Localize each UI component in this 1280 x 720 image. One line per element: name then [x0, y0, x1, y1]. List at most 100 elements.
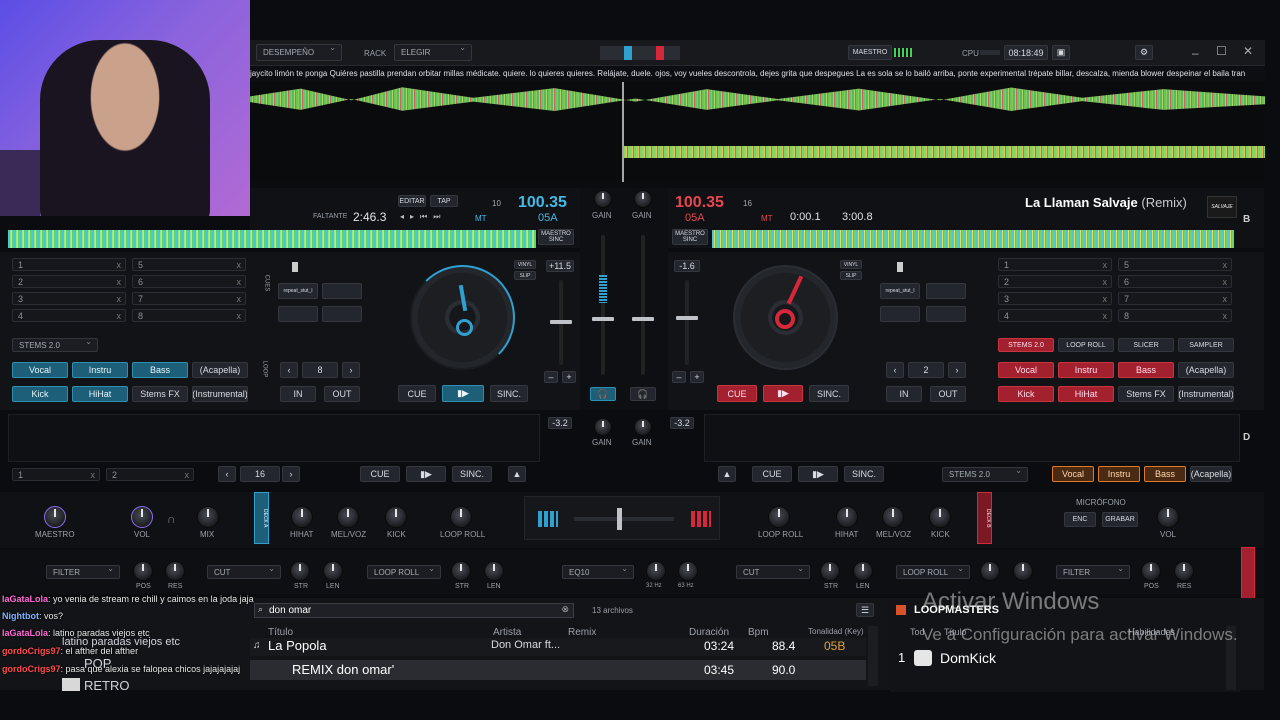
deck-a-fx-slot-4[interactable] — [322, 306, 362, 322]
deck-d-stem-vocal[interactable]: Vocal — [1052, 466, 1094, 482]
browser-column-bpm[interactable]: Bpm — [748, 627, 769, 638]
deck-b-str-knob[interactable] — [820, 561, 840, 581]
channel-a-fader-cap[interactable] — [592, 317, 614, 321]
deck-b-sync-button[interactable]: SINC. — [809, 385, 849, 402]
deck-b-sampler-tab[interactable]: SAMPLER — [1178, 338, 1234, 352]
deck-c-cue-slot[interactable]: 2x — [106, 468, 194, 481]
deck-a-loop-out[interactable]: OUT — [324, 386, 360, 402]
deck-d-sync-button[interactable]: SINC. — [844, 466, 884, 482]
microphone-volume-knob[interactable] — [1157, 506, 1179, 528]
deck-a-stem-acapella[interactable]: (Acapella) — [192, 362, 248, 378]
deck-a-play-button[interactable]: ▮▶ — [442, 385, 484, 402]
deck-b-fx-tab[interactable]: DECK B — [977, 492, 992, 544]
close-icon[interactable]: ✕ — [1243, 44, 1253, 58]
browser-search-box[interactable]: ⌕ don omar ⊗ — [254, 603, 574, 618]
deck-b-play-button[interactable]: ▮▶ — [763, 385, 803, 402]
deck-a-loop-halve[interactable]: ‹ — [280, 362, 298, 378]
mixer-gain-a-knob[interactable] — [594, 190, 612, 208]
deck-b-pitch-minus[interactable]: – — [672, 371, 686, 383]
deck-a-sync-button[interactable]: SINC. — [490, 385, 528, 402]
deck-b-stem-hihat[interactable]: HiHat — [1058, 386, 1114, 402]
deck-b-cue-slot[interactable]: 5x — [1118, 258, 1232, 271]
deck-layout-icon[interactable] — [600, 46, 680, 60]
deck-a-master-sync[interactable]: MAESTRO SINC — [538, 229, 574, 245]
deck-d-stems-dropdown[interactable]: STEMS 2.0 — [942, 466, 1028, 482]
channel-a-fader-track[interactable] — [601, 235, 605, 375]
deck-a-stems-dropdown[interactable]: STEMS 2.0 — [12, 337, 98, 352]
deck-b-stem-fx[interactable]: Stems FX — [1118, 386, 1174, 402]
loopmasters-row[interactable]: 1 DomKick — [894, 648, 1224, 668]
deck-a-overview-waveform[interactable] — [8, 230, 536, 248]
deck-d-waveform-area[interactable] — [704, 414, 1240, 462]
deck-a-cue-slot[interactable]: 2x — [12, 275, 126, 288]
deck-d-eject-icon[interactable]: ▲ — [718, 466, 736, 482]
deck-a-cue-slot[interactable]: 1x — [12, 258, 126, 271]
deck-a-res-knob[interactable] — [165, 561, 185, 581]
crossfader-assign-a-icon[interactable] — [538, 511, 558, 527]
browser-column-key[interactable]: Tonalidad (Key) — [808, 627, 864, 636]
deck-a-jogwheel[interactable] — [410, 265, 515, 370]
deck-a-cue-slot[interactable]: 4x — [12, 309, 126, 322]
deck-b-cue-slot[interactable]: 2x — [998, 275, 1112, 288]
deck-b-loop-out[interactable]: OUT — [930, 386, 966, 402]
crossfader-cap[interactable] — [617, 508, 622, 530]
deck-a-cue-slot[interactable]: 8x — [132, 309, 246, 322]
deck-a-cue-slot[interactable]: 5x — [132, 258, 246, 271]
deck-b-fx-slot-4[interactable] — [926, 306, 966, 322]
deck-b-fx-slot-2[interactable] — [926, 283, 966, 299]
deck-a-loop-roll-dropdown[interactable]: LOOP ROLL — [367, 564, 441, 579]
deck-b-fx-slot-1[interactable]: repeat_stut_l — [880, 283, 920, 299]
headphone-b-icon[interactable]: 🎧 — [630, 387, 656, 401]
deck-a-stem-instru[interactable]: Instru — [72, 362, 128, 378]
deck-b-cue-slot[interactable]: 1x — [998, 258, 1112, 271]
deck-a-loop-size[interactable]: 8 — [302, 362, 338, 378]
deck-c-loop-halve[interactable]: ‹ — [218, 466, 236, 482]
deck-b-stem-bass[interactable]: Bass — [1118, 362, 1174, 378]
deck-b-jogwheel[interactable] — [733, 265, 838, 370]
deck-c-loop-double[interactable]: › — [282, 466, 300, 482]
deck-b-pitch-plus[interactable]: + — [690, 371, 704, 383]
deck-b-cue-slot[interactable]: 7x — [1118, 292, 1232, 305]
deck-a-loop-double[interactable]: › — [342, 362, 360, 378]
sampler-mix-knob[interactable] — [197, 506, 219, 528]
deck-a-cut-dropdown[interactable]: CUT — [207, 564, 281, 579]
deck-a-fx-slot-2[interactable] — [322, 283, 362, 299]
deck-b-len-knob[interactable] — [853, 561, 873, 581]
search-clear-icon[interactable]: ⊗ — [561, 604, 569, 615]
fx-a-kick-knob[interactable] — [385, 506, 407, 528]
eq-63hz-knob[interactable] — [678, 561, 698, 581]
deck-a-loop-in[interactable]: IN — [280, 386, 316, 402]
headphone-a-icon[interactable]: 🎧 — [590, 387, 616, 401]
layout-mode-dropdown[interactable]: DESEMPEÑO — [256, 43, 342, 61]
deck-a-pitch-cap[interactable] — [550, 320, 572, 324]
deck-a-len2-knob[interactable] — [484, 561, 504, 581]
deck-b-slicer-tab[interactable]: SLICER — [1118, 338, 1174, 352]
fx-b-loop-roll-knob[interactable] — [768, 506, 790, 528]
deck-a-stem-bass[interactable]: Bass — [132, 362, 188, 378]
master-eq-dropdown[interactable]: EQ10 — [562, 564, 634, 579]
channel-b-fader-cap[interactable] — [632, 317, 654, 321]
record-icon[interactable]: ▣ — [1052, 45, 1070, 60]
deck-b-overview-waveform[interactable] — [712, 230, 1234, 248]
mixer-gain-d-knob[interactable] — [634, 418, 652, 436]
crossfader-track[interactable] — [574, 517, 674, 521]
deck-a-transport-icons[interactable]: ◂▸⏮⏭ — [400, 212, 446, 222]
mixer-gain-c-knob[interactable] — [594, 418, 612, 436]
deck-a-stem-fx[interactable]: Stems FX — [132, 386, 188, 402]
rack-dropdown[interactable]: ELEGIR — [394, 43, 472, 61]
mixer-gain-b-knob[interactable] — [634, 190, 652, 208]
deck-c-sync-button[interactable]: SINC. — [452, 466, 492, 482]
sampler-volume-knob[interactable] — [131, 506, 153, 528]
browser-row[interactable]: REMIX don omar' 03:45 90.0 — [250, 660, 866, 680]
deck-a-cue-button[interactable]: CUE — [398, 385, 436, 402]
fx-a-hihat-knob[interactable] — [291, 506, 313, 528]
fx-b-kick-knob[interactable] — [929, 506, 951, 528]
deck-a-str-knob[interactable] — [290, 561, 310, 581]
deck-d-stem-instru[interactable]: Instru — [1098, 466, 1140, 482]
deck-a-fx-tab[interactable]: DECK A — [254, 492, 269, 544]
deck-a-cue-slot[interactable]: 7x — [132, 292, 246, 305]
deck-a-edit-button[interactable]: EDITAR — [398, 195, 426, 207]
deck-b-fx-slot-3[interactable] — [880, 306, 920, 322]
eq-32hz-knob[interactable] — [646, 561, 666, 581]
browser-column-remix[interactable]: Remix — [568, 627, 596, 638]
